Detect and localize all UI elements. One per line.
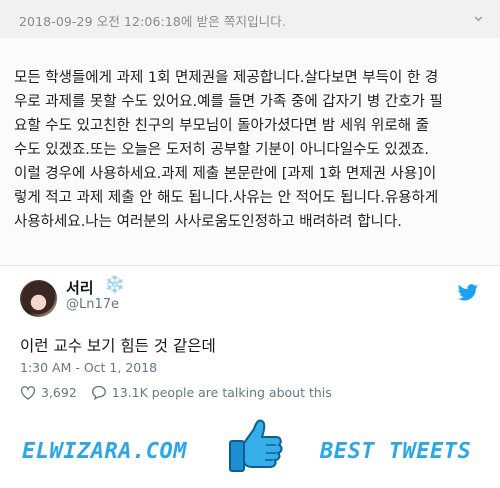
tagline: BEST TWEETS [320, 439, 472, 464]
like-count[interactable]: 3,692 [41, 385, 77, 400]
twitter-bird-icon[interactable] [458, 284, 478, 301]
thumbs-up-icon [229, 419, 283, 472]
screenshot-root: 2018-09-29 오전 12:06:18에 받은 쪽지입니다. ⌄ 모든 학… [0, 0, 500, 488]
message-header: 2018-09-29 오전 12:06:18에 받은 쪽지입니다. ⌄ [0, 0, 500, 39]
tweet-timestamp[interactable]: 1:30 AM - Oct 1, 2018 [20, 360, 157, 375]
embedded-tweet: 서리 ❄️ @Ln17e 이런 교수 보기 힘든 것 같은데 1:30 AM -… [0, 265, 500, 417]
chevron-down-icon[interactable]: ⌄ [471, 7, 486, 25]
snowflake-emoji: ❄️ [104, 275, 126, 295]
tweet-author-name[interactable]: 서리 [66, 277, 94, 298]
tweet-text: 이런 교수 보기 힘든 것 같은데 [20, 337, 216, 355]
message-body: 모든 학생들에게 과제 1회 면제권을 제공합니다.살다보면 부득이 한 경 우… [14, 70, 443, 230]
message-timestamp: 2018-09-29 오전 12:06:18에 받은 쪽지입니다. [19, 14, 286, 29]
talking-count[interactable]: 13.1K people are talking about this [112, 385, 332, 400]
heart-icon[interactable] [20, 385, 36, 400]
message-panel: 모든 학생들에게 과제 1회 면제권을 제공합니다.살다보면 부득이 한 경 우… [0, 38, 500, 266]
tweet-author-handle[interactable]: @Ln17e [66, 297, 119, 312]
reply-bubble-icon[interactable] [91, 385, 107, 400]
avatar[interactable] [20, 280, 57, 317]
tweet-stats: 3,692 13.1K people are talking about thi… [20, 385, 332, 400]
site-name: ELWIZARA.COM [22, 439, 187, 464]
